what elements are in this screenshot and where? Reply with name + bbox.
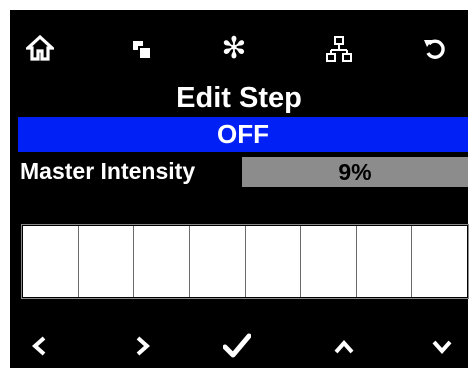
home-icon[interactable] bbox=[24, 32, 56, 64]
asterisk-icon[interactable]: ✻ bbox=[216, 32, 252, 66]
master-intensity-value: 9% bbox=[338, 159, 372, 185]
step-cell[interactable] bbox=[244, 226, 301, 297]
master-intensity-label: Master Intensity bbox=[20, 158, 196, 184]
step-cell[interactable] bbox=[133, 226, 189, 297]
master-intensity-bar[interactable]: 9% bbox=[242, 157, 468, 187]
copy-icon[interactable] bbox=[128, 36, 156, 64]
step-cell[interactable] bbox=[188, 226, 245, 297]
network-icon[interactable] bbox=[324, 34, 354, 66]
chevron-down-icon[interactable] bbox=[428, 334, 456, 360]
chevron-right-icon[interactable] bbox=[130, 332, 156, 360]
page-title: Edit Step bbox=[176, 82, 302, 114]
device-screen: ✻ Edit Step OFF Master Intensity 9% bbox=[10, 10, 469, 368]
checkmark-icon[interactable] bbox=[220, 330, 254, 362]
step-cell[interactable] bbox=[411, 226, 467, 297]
step-grid bbox=[21, 224, 469, 299]
step-cell[interactable] bbox=[300, 226, 356, 297]
status-bar[interactable]: OFF bbox=[18, 117, 468, 152]
step-cell[interactable] bbox=[23, 226, 78, 297]
step-cell[interactable] bbox=[77, 226, 134, 297]
chevron-up-icon[interactable] bbox=[330, 334, 358, 360]
step-cell[interactable] bbox=[355, 226, 412, 297]
undo-icon[interactable] bbox=[420, 34, 450, 64]
chevron-left-icon[interactable] bbox=[26, 332, 52, 360]
